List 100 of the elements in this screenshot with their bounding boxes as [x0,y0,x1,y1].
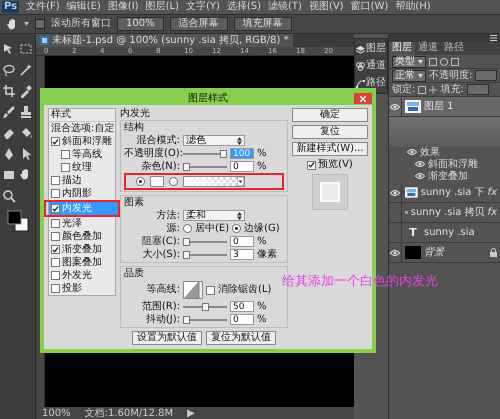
menu-item[interactable]: 图像(I) [108,1,139,13]
toolbar-button[interactable]: 适合屏幕 [170,17,228,31]
style-list-item[interactable]: 颜色叠加 [49,230,115,243]
image-filter-icon[interactable] [429,58,437,66]
hand-icon[interactable] [6,18,18,30]
checkbox[interactable] [51,204,60,213]
color-swatch[interactable] [150,176,164,187]
dropdown[interactable]: 滤色 [183,135,245,146]
effect-name[interactable]: 渐变叠加 [428,171,468,183]
slider-thumb[interactable] [183,162,190,170]
checkbox[interactable] [51,137,60,146]
slider-thumb[interactable] [202,302,208,310]
dialog-button[interactable]: 复位为默认值 [206,331,276,345]
checkbox[interactable] [307,160,316,170]
style-list-item[interactable]: 纹理 [49,161,115,174]
dropdown[interactable]: 类型 [392,56,426,68]
toolbar-button[interactable]: 100% [117,17,164,31]
radio-button[interactable] [232,224,242,233]
checkbox[interactable] [61,150,70,159]
toolbar-button[interactable]: 填充屏幕 [234,17,292,31]
menu-item[interactable]: 文件(F) [26,1,60,13]
close-button[interactable] [354,93,372,104]
effect-name[interactable]: 斜面和浮雕 [428,159,478,171]
slider-track[interactable] [183,250,227,258]
search-icon[interactable] [2,189,16,203]
menu-item[interactable]: 视图(V) [308,1,344,13]
checkbox[interactable] [206,286,215,294]
checkbox[interactable] [51,245,60,254]
menu-item[interactable]: 滤镜(T) [268,1,302,13]
style-list-item[interactable]: 投影 [49,282,115,295]
stamp-icon[interactable] [19,105,34,119]
radio-button[interactable] [169,177,178,186]
lock-pixels-icon[interactable] [418,86,426,94]
eye-icon[interactable] [389,243,402,262]
style-list-item[interactable]: 斜面和浮雕 [49,135,115,148]
panel-button[interactable]: 通道 [356,59,386,73]
shape-filter-icon[interactable] [451,58,459,66]
checkbox[interactable] [35,19,45,29]
radio-button[interactable] [183,224,192,233]
eraser-icon[interactable] [2,126,16,140]
menu-icon[interactable] [490,35,497,41]
slider-thumb[interactable] [183,316,190,324]
move-lock-icon[interactable] [429,86,438,94]
layer-row[interactable]: 图层 1 [389,97,500,117]
input-field[interactable]: 3 [230,249,254,260]
menu-item[interactable]: 帮助(H) [395,1,431,13]
panel-tab[interactable]: 图层 [389,42,415,55]
layer-row[interactable]: sunny .sia 下 fx [389,183,500,203]
checkbox[interactable] [51,258,60,267]
checkbox[interactable] [51,219,60,228]
input-field[interactable]: 0 [230,236,254,247]
style-list-item[interactable]: 描边 [49,174,115,187]
input-field[interactable] [466,84,489,95]
style-list-item[interactable]: 渐变叠加 [49,243,115,256]
document-tab[interactable]: 未标题-1.psd @ 100% (sunny .sia 拷贝, RGB/8) * [36,34,293,47]
menu-item[interactable]: 文字(Y) [186,1,220,13]
style-list-item[interactable]: 混合选项:自定 [49,122,115,135]
dialog-button[interactable]: 确定 [292,108,368,122]
radio-button[interactable] [136,177,145,186]
panel-tab[interactable]: 通道 [415,42,441,55]
gradient-swatch[interactable] [183,176,245,187]
panel-button[interactable]: 路径 [356,76,386,90]
menu-item[interactable]: 选择(S) [226,1,262,13]
input-field[interactable]: 0 [230,314,254,325]
dialog-button[interactable]: 新建样式(W)... [292,142,368,156]
slider-thumb[interactable] [183,250,190,258]
menu-item[interactable]: 图层(L) [146,1,179,13]
magic-wand-icon[interactable] [19,63,34,77]
panel-button[interactable]: 图层 [356,42,386,56]
style-list-item[interactable]: 等高线 [49,148,115,161]
dropdown[interactable]: 正常 [392,70,426,82]
checkbox[interactable] [51,232,60,241]
menu-item[interactable]: 窗口(W) [350,1,388,13]
contour-thumbnail[interactable] [183,281,203,299]
marquee-icon[interactable] [19,42,34,56]
dropdown[interactable]: 柔和 [183,210,245,221]
layer-row[interactable]: T sunny .sia [389,223,500,243]
dialog-button[interactable]: 复位 [292,125,368,139]
style-list-item[interactable]: 图案叠加 [49,256,115,269]
color-swatches-icon[interactable] [6,210,30,232]
checkbox[interactable] [51,189,60,198]
checkbox[interactable] [51,176,60,185]
input-field[interactable]: 0 [230,161,254,172]
caret-icon[interactable] [24,22,29,26]
dialog-button[interactable]: 设置为默认值 [132,331,202,345]
slider-track[interactable] [183,162,227,170]
slider-thumb[interactable] [220,150,227,158]
rectangle-icon[interactable] [2,168,16,182]
input-field[interactable] [475,70,497,81]
style-list-item[interactable]: 光泽 [49,217,115,230]
brush-icon[interactable] [2,105,16,119]
eye-icon[interactable] [389,183,402,202]
slider-track[interactable] [183,238,227,246]
slider-track[interactable] [183,316,227,324]
style-list-item[interactable]: 外发光 [49,269,115,282]
eyedropper-icon[interactable] [19,84,34,98]
input-field[interactable]: 50 [230,301,254,312]
eye-icon[interactable] [389,97,402,116]
panel-tab[interactable]: 路径 [441,42,467,55]
slider-thumb[interactable] [183,238,190,246]
